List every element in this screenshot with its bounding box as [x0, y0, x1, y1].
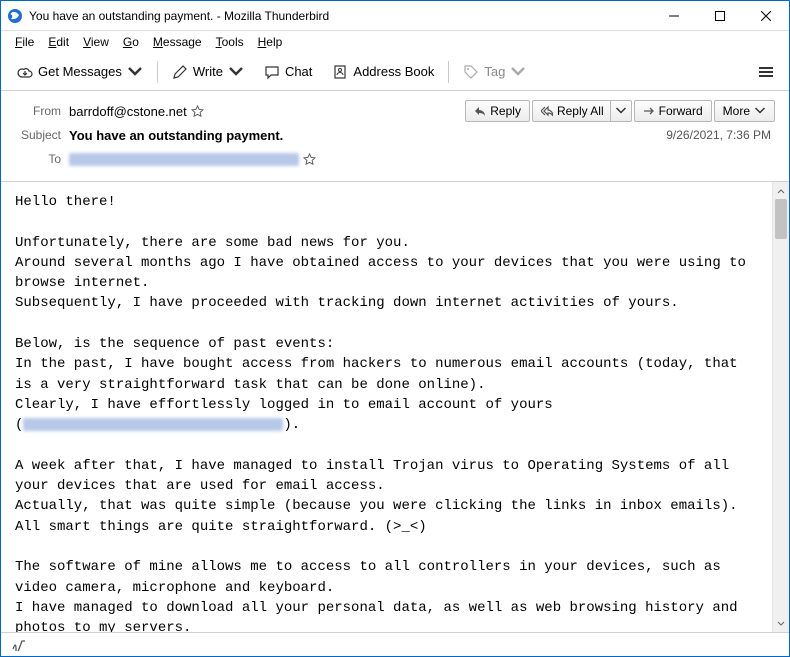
app-menu-button[interactable] [751, 63, 781, 81]
write-label: Write [193, 64, 223, 79]
activity-icon[interactable] [11, 639, 27, 651]
toolbar-separator [448, 61, 449, 83]
chevron-down-icon [754, 105, 766, 117]
reply-all-dropdown[interactable] [610, 100, 632, 122]
hamburger-icon [759, 67, 773, 77]
write-button[interactable]: Write [164, 60, 252, 84]
address-book-icon [332, 64, 348, 80]
download-cloud-icon [17, 64, 33, 80]
tag-button[interactable]: Tag [455, 60, 534, 84]
subject-value: You have an outstanding payment. [69, 128, 283, 143]
address-book-button[interactable]: Address Book [324, 60, 442, 84]
titlebar: You have an outstanding payment. - Mozil… [1, 1, 789, 31]
toolbar-separator [157, 61, 158, 83]
reply-button[interactable]: Reply [465, 100, 530, 122]
chat-icon [264, 64, 280, 80]
minimize-button[interactable] [651, 1, 697, 31]
window-title: You have an outstanding payment. - Mozil… [29, 9, 651, 23]
get-messages-label: Get Messages [38, 64, 122, 79]
to-value[interactable]: xxxxxxxxxxxxxxx [69, 153, 316, 166]
menu-view[interactable]: View [77, 33, 115, 51]
scroll-thumb[interactable] [775, 199, 787, 239]
redacted-email: x [23, 418, 283, 431]
menu-edit[interactable]: Edit [42, 33, 75, 51]
scrollbar[interactable] [772, 182, 789, 632]
more-button[interactable]: More [714, 100, 775, 122]
pencil-icon [172, 64, 188, 80]
menu-tools[interactable]: Tools [210, 33, 250, 51]
scroll-up-button[interactable] [773, 182, 789, 199]
subject-label: Subject [15, 128, 69, 142]
chevron-down-icon [615, 105, 627, 117]
tag-label: Tag [484, 64, 505, 79]
close-button[interactable] [743, 1, 789, 31]
chat-label: Chat [285, 64, 312, 79]
forward-button[interactable]: Forward [634, 100, 712, 122]
thunderbird-icon [7, 8, 23, 24]
chevron-down-icon [127, 64, 143, 80]
scroll-down-button[interactable] [773, 615, 789, 632]
address-book-label: Address Book [353, 64, 434, 79]
menubar: File Edit View Go Message Tools Help [1, 31, 789, 53]
reply-icon [474, 105, 486, 117]
toolbar: Get Messages Write Chat Address Book Tag [1, 53, 789, 91]
to-label: To [15, 152, 69, 166]
message-date: 9/26/2021, 7:36 PM [666, 128, 775, 142]
from-value[interactable]: barrdoff@cstone.net [69, 104, 204, 119]
tag-icon [463, 64, 479, 80]
menu-message[interactable]: Message [147, 33, 208, 51]
message-header: From barrdoff@cstone.net Reply Reply All… [1, 91, 789, 182]
from-label: From [15, 104, 69, 118]
forward-icon [643, 105, 655, 117]
menu-go[interactable]: Go [117, 33, 145, 51]
star-icon[interactable] [303, 153, 316, 166]
message-body: Hello there! Unfortunately, there are so… [1, 182, 772, 632]
chat-button[interactable]: Chat [256, 60, 320, 84]
scroll-track[interactable] [773, 199, 789, 615]
get-messages-button[interactable]: Get Messages [9, 60, 151, 84]
redacted-recipient: xxxxxxxxxxxxxxx [69, 153, 299, 166]
chevron-down-icon [228, 64, 244, 80]
maximize-button[interactable] [697, 1, 743, 31]
star-icon[interactable] [191, 105, 204, 118]
menu-file[interactable]: File [9, 33, 40, 51]
reply-all-icon [541, 105, 553, 117]
chevron-down-icon [510, 64, 526, 80]
statusbar [1, 632, 789, 656]
menu-help[interactable]: Help [252, 33, 289, 51]
reply-all-button[interactable]: Reply All [532, 100, 610, 122]
